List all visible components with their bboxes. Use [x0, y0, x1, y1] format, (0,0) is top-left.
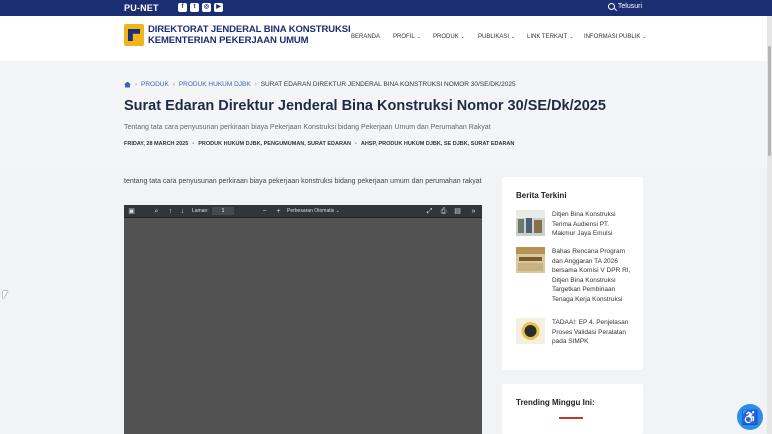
news-thumbnail — [516, 210, 545, 236]
post-categories[interactable]: PRODUK HUKUM DJBK, PENGUMUMAN, SURAT EDA… — [198, 141, 351, 147]
facebook-icon[interactable]: f — [178, 3, 187, 12]
page-scrollbar[interactable] — [767, 16, 772, 434]
trending-widget: Trending Minggu Ini: — [502, 384, 643, 434]
chevron-right-icon: › — [135, 81, 137, 88]
chevron-right-icon: › — [254, 81, 257, 88]
nav-label: PROFIL — [393, 34, 415, 40]
nav-beranda[interactable]: BERANDA — [351, 34, 380, 40]
article-body: tentang tata cara penyusunan perkiraan b… — [124, 178, 482, 185]
pu-net-brand[interactable]: PU-NET — [124, 3, 159, 13]
news-item[interactable]: Bahas Rencana Program dan Anggaran TA 20… — [516, 247, 634, 304]
nav-profil[interactable]: PROFIL ⌄ — [393, 34, 421, 40]
page-subtitle: Tentang tata cara penyusunan perkiraan b… — [124, 124, 491, 131]
news-item-title: TADAA!: EP 4. Penjelasan Proses Validasi… — [552, 319, 629, 345]
accessibility-button[interactable]: ♿ — [737, 404, 763, 430]
arrow-up-icon[interactable]: ↑ — [167, 208, 174, 215]
post-date: FRIDAY, 28 MARCH 2025 — [124, 141, 189, 147]
news-widget: Berita Terkini Ditjen Bina Konstruksi Te… — [502, 177, 643, 370]
nav-produk[interactable]: PRODUK ⌄ — [433, 34, 465, 40]
post-tags[interactable]: AHSP, PRODUK HUKUM DJBK, SE DJBK, SURAT … — [361, 141, 515, 147]
download-icon[interactable]: ▤ — [454, 208, 461, 215]
trending-widget-title: Trending Minggu Ini: — [516, 398, 595, 407]
home-icon[interactable] — [124, 81, 131, 88]
breadcrumb-produk-hukum[interactable]: PRODUK HUKUM DJBK — [179, 81, 251, 88]
nav-informasi-publik[interactable]: INFORMASI PUBLIK ⌄ — [584, 34, 647, 40]
pdf-toolbar: ▣ ⌕ ↑ ↓ Laman: 1 − + Perbesaran Otomatis… — [124, 205, 482, 218]
news-thumbnail — [516, 318, 545, 344]
logo-line-1: DIREKTORAT JENDERAL BINA KONSTRUKSI — [148, 24, 351, 35]
search-button[interactable]: Telusuri — [607, 3, 642, 10]
zoom-select-label: Perbesaran Otomatis — [287, 208, 335, 214]
nav-label: PUBLIKASI — [478, 34, 510, 40]
post-meta: FRIDAY, 28 MARCH 2025 • PRODUK HUKUM DJB… — [124, 141, 515, 147]
nav-label: LINK TERKAIT — [527, 34, 568, 40]
title-underline — [559, 417, 583, 419]
more-tools-icon[interactable]: » — [470, 208, 477, 215]
zoom-in-icon[interactable]: + — [275, 208, 282, 215]
chevron-down-icon: ⌄ — [335, 208, 340, 214]
instagram-icon[interactable]: ◎ — [202, 3, 211, 12]
logo-line-2: KEMENTERIAN PEKERJAAN UMUM — [148, 35, 309, 46]
scrollbar-thumb[interactable] — [768, 46, 771, 156]
zoom-out-icon[interactable]: − — [261, 208, 268, 215]
breadcrumb-current: SURAT EDARAN DIREKTUR JENDERAL BINA KONS… — [260, 81, 516, 88]
site-header: DIREKTORAT JENDERAL BINA KONSTRUKSI KEME… — [0, 16, 772, 61]
twitter-icon[interactable]: t — [190, 3, 199, 12]
accessibility-icon: ♿ — [741, 409, 759, 425]
page-number-input[interactable]: 1 — [212, 207, 234, 215]
print-icon[interactable]: ⎙ — [440, 208, 447, 215]
page-label: Laman: — [192, 208, 209, 214]
chevron-right-icon: › — [172, 81, 175, 88]
chevron-down-icon: ⌄ — [642, 34, 647, 40]
nav-publikasi[interactable]: PUBLIKASI ⌄ — [478, 34, 515, 40]
chevron-down-icon: ⌄ — [416, 34, 421, 40]
search-icon — [607, 3, 615, 10]
news-item[interactable]: Ditjen Bina Konstruksi Terima Audiensi P… — [516, 210, 634, 239]
page-title: Surat Edaran Direktur Jenderal Bina Kons… — [124, 98, 606, 114]
sidebar-toggle-icon[interactable]: ▣ — [128, 208, 135, 215]
top-bar: PU-NET f t ◎ ▶ Telusuri — [0, 0, 772, 16]
breadcrumb-produk[interactable]: PRODUK — [141, 81, 169, 88]
search-icon[interactable]: ⌕ — [153, 208, 160, 215]
pdf-viewer[interactable]: ▣ ⌕ ↑ ↓ Laman: 1 − + Perbesaran Otomatis… — [124, 205, 482, 434]
nav-label: PRODUK — [433, 34, 459, 40]
arrow-down-icon[interactable]: ↓ — [179, 208, 186, 215]
nav-link-terkait[interactable]: LINK TERKAIT ⌄ — [527, 34, 573, 40]
article-header — [0, 61, 772, 168]
chevron-down-icon: ⌄ — [511, 34, 516, 40]
logo-mark-icon — [124, 24, 144, 46]
news-widget-title: Berita Terkini — [516, 191, 567, 200]
site-logo[interactable]: DIREKTORAT JENDERAL BINA KONSTRUKSI KEME… — [124, 24, 351, 46]
search-label: Telusuri — [617, 3, 642, 10]
nav-label: BERANDA — [351, 34, 381, 40]
fullscreen-icon[interactable]: ⤢ — [426, 208, 433, 215]
news-item-title: Bahas Rencana Program dan Anggaran TA 20… — [552, 248, 631, 303]
breadcrumb: › PRODUK › PRODUK HUKUM DJBK › SURAT EDA… — [124, 81, 516, 88]
zoom-select[interactable]: Perbesaran Otomatis ⌄ — [287, 207, 345, 215]
news-item-title: Ditjen Bina Konstruksi Terima Audiensi P… — [552, 211, 616, 237]
youtube-icon[interactable]: ▶ — [214, 3, 223, 12]
chevron-down-icon: ⌄ — [569, 34, 574, 40]
news-thumbnail — [516, 247, 545, 273]
news-item[interactable]: TADAA!: EP 4. Penjelasan Proses Validasi… — [516, 318, 634, 347]
nav-label: INFORMASI PUBLIK — [584, 34, 641, 40]
chevron-down-icon: ⌄ — [460, 34, 465, 40]
mouse-cursor-icon — [3, 291, 8, 299]
